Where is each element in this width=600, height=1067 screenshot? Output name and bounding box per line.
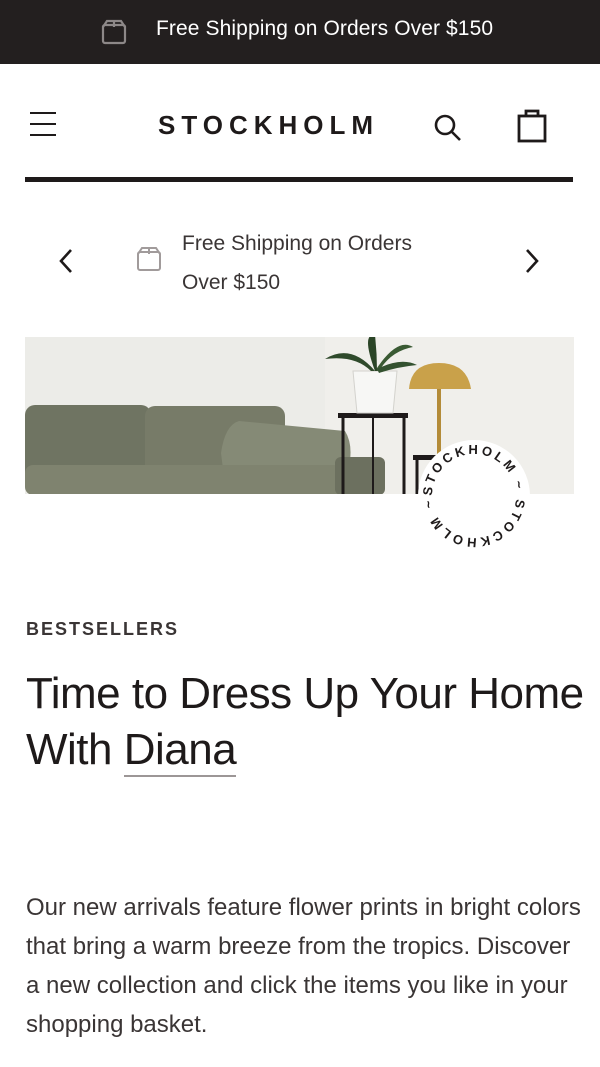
section-paragraph: Our new arrivals feature flower prints i…: [26, 894, 581, 1038]
heading-link-diana[interactable]: Diana: [123, 725, 237, 777]
chevron-left-icon[interactable]: [54, 244, 80, 278]
package-box-icon: [100, 18, 128, 46]
stockholm-stamp-badge: STOCKHOLM ~ STOCKHOLM ~: [416, 438, 532, 554]
header-divider: [25, 177, 573, 182]
hamburger-menu-icon[interactable]: [28, 111, 58, 137]
heading-text: Time to Dress Up Your Home With: [26, 669, 584, 774]
top-announcement-bar: Free Shipping on Orders Over $150: [0, 0, 600, 64]
site-logo[interactable]: STOCKHOLM: [158, 110, 379, 141]
search-icon[interactable]: [432, 112, 464, 144]
shopping-bag-icon[interactable]: [514, 107, 550, 143]
section-heading: Time to Dress Up Your Home With Diana: [26, 666, 586, 778]
announcement-text: Free Shipping on Orders Over $150: [182, 232, 412, 294]
section-eyebrow: BESTSELLERS: [26, 619, 180, 639]
top-announcement-text: Free Shipping on Orders Over $150: [156, 17, 494, 40]
chevron-right-icon[interactable]: [518, 244, 544, 278]
package-box-icon: [135, 245, 163, 273]
